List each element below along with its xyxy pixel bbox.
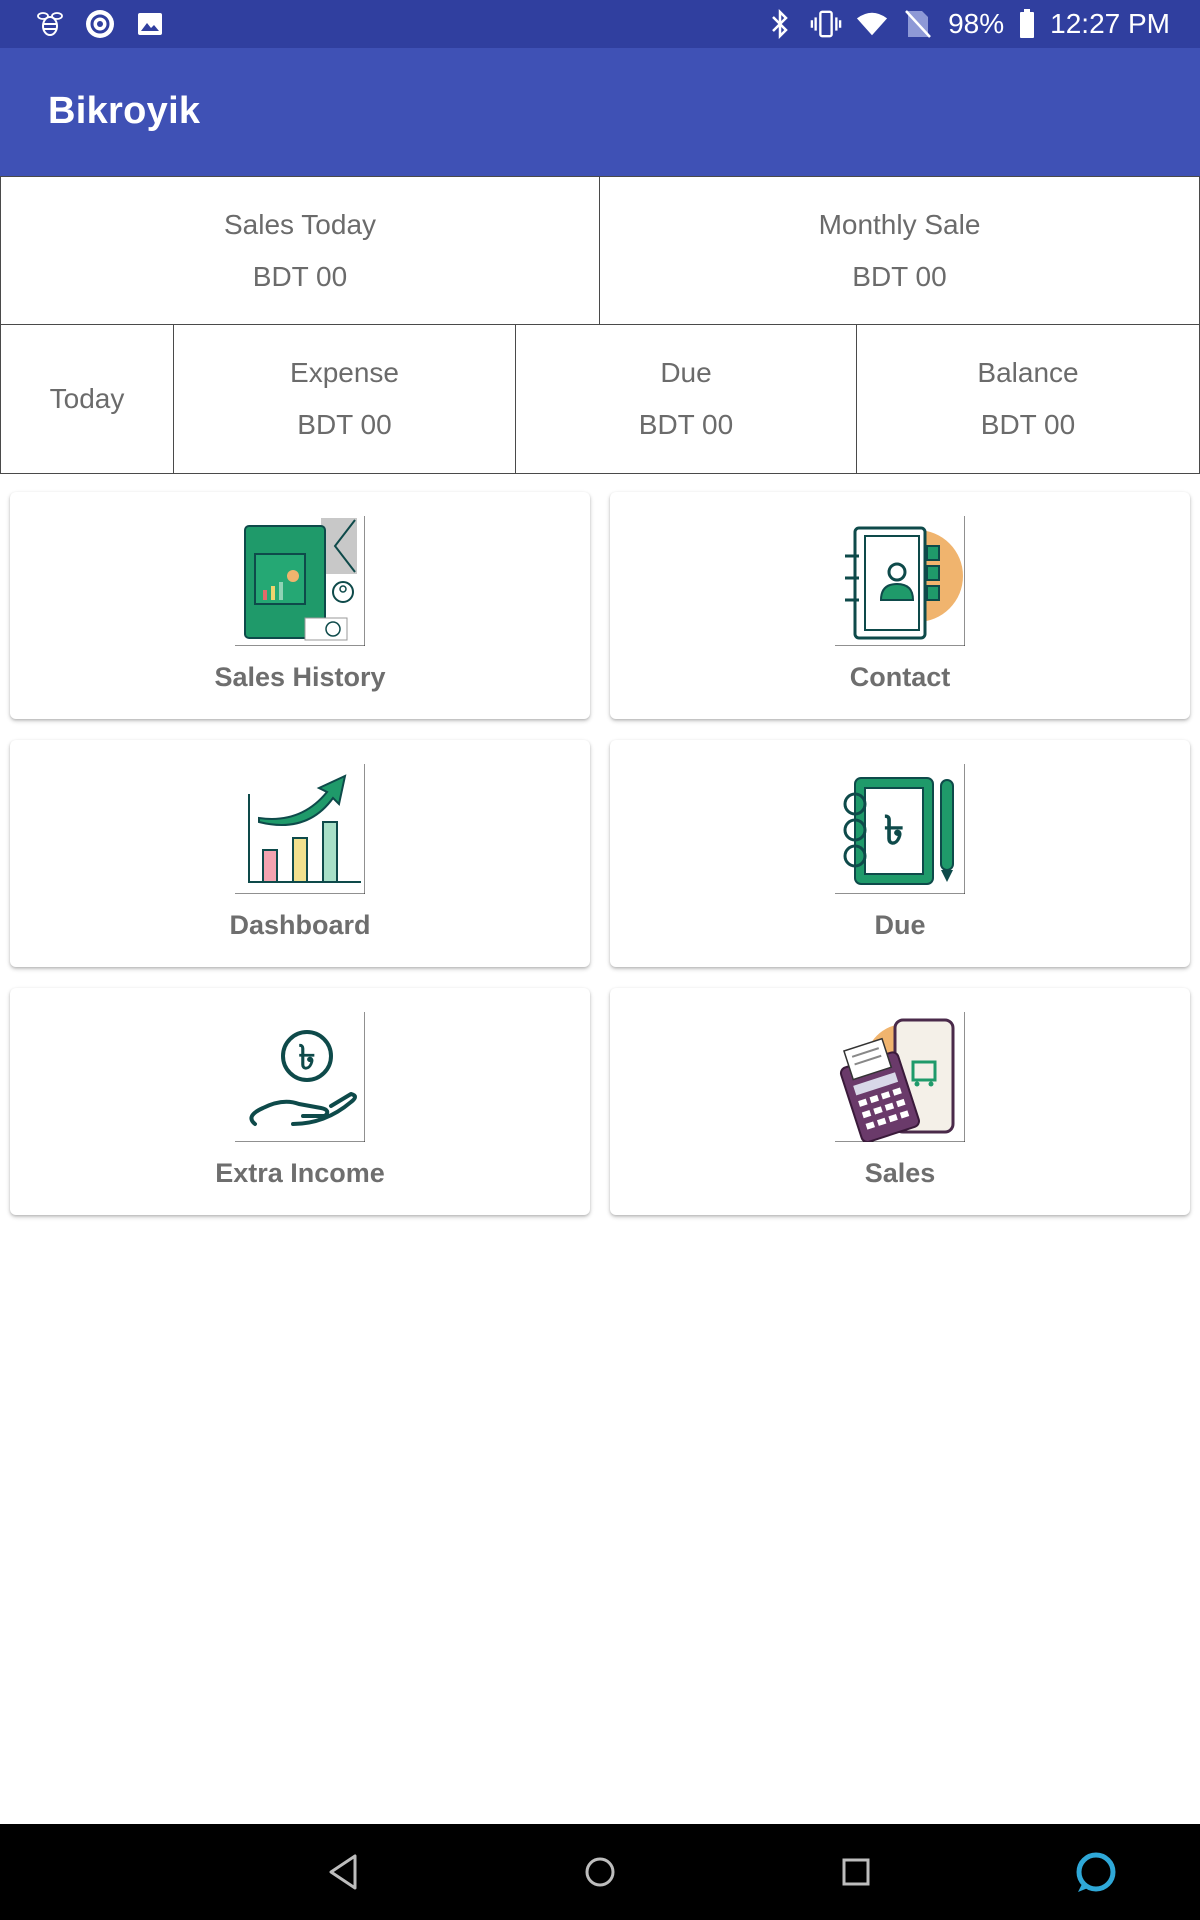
sales-today-value: BDT 00 [252, 260, 348, 292]
battery-percent: 98% [948, 8, 1005, 39]
svg-text:৳: ৳ [884, 808, 904, 854]
dashboard-card[interactable]: Dashboard [10, 740, 590, 967]
sales-card[interactable]: Sales [610, 988, 1190, 1215]
extra-income-card[interactable]: ৳ Extra Income [10, 988, 590, 1215]
bluetooth-icon [764, 8, 796, 40]
monthly-sale-cell: Monthly Sale BDT 00 [599, 176, 1200, 325]
balance-cell: Balance BDT 00 [856, 324, 1200, 474]
due-value: BDT 00 [638, 409, 734, 440]
vibrate-icon [810, 8, 842, 40]
sales-today-cell: Sales Today BDT 00 [0, 176, 600, 325]
sync-icon [84, 8, 116, 40]
clock: 12:27 PM [1050, 8, 1170, 39]
sales-today-label: Sales Today [223, 208, 377, 240]
sales-history-icon [235, 516, 365, 646]
today-cell: Today [0, 324, 174, 474]
extra-income-label: Extra Income [215, 1158, 385, 1188]
contact-label: Contact [849, 662, 951, 692]
dashboard-chart-icon [235, 764, 365, 894]
wifi-icon [856, 8, 888, 40]
battery-icon [1018, 8, 1036, 40]
balance-label: Balance [977, 357, 1079, 388]
image-icon [134, 8, 166, 40]
app-bar: Bikroyik [0, 48, 1200, 176]
pos-terminal-icon [835, 1012, 965, 1142]
monthly-sale-value: BDT 00 [852, 260, 947, 292]
sales-history-label: Sales History [214, 662, 386, 692]
due-cell: Due BDT 00 [515, 324, 857, 474]
expense-cell: Expense BDT 00 [173, 324, 516, 474]
due-card[interactable]: ৳ Due [610, 740, 1190, 967]
summary-table: Sales Today BDT 00 Monthly Sale BDT 00 T… [0, 176, 1200, 474]
navigation-bar [0, 1824, 1200, 1920]
recents-icon[interactable] [832, 1848, 880, 1896]
app-title: Bikroyik [48, 90, 201, 132]
due-menu-label: Due [874, 910, 926, 940]
expense-value: BDT 00 [297, 409, 392, 440]
status-bar: 98% 12:27 PM [0, 0, 1200, 48]
contact-card[interactable]: Contact [610, 492, 1190, 719]
contact-book-icon [835, 516, 965, 646]
no-sim-icon [902, 8, 934, 40]
home-icon[interactable] [576, 1848, 624, 1896]
dashboard-label: Dashboard [229, 910, 371, 940]
svg-text:৳: ৳ [299, 1038, 316, 1078]
sales-label: Sales [864, 1158, 936, 1188]
today-label: Today [49, 383, 125, 414]
sales-history-card[interactable]: Sales History [10, 492, 590, 719]
back-icon[interactable] [321, 1848, 369, 1896]
monthly-sale-label: Monthly Sale [818, 208, 981, 240]
expense-label: Expense [290, 357, 399, 388]
hand-coin-icon: ৳ [235, 1012, 365, 1142]
due-label: Due [660, 357, 712, 388]
balance-value: BDT 00 [980, 409, 1076, 440]
due-notebook-icon: ৳ [835, 764, 965, 894]
assistant-icon[interactable] [1072, 1848, 1120, 1896]
bee-icon [34, 8, 66, 40]
